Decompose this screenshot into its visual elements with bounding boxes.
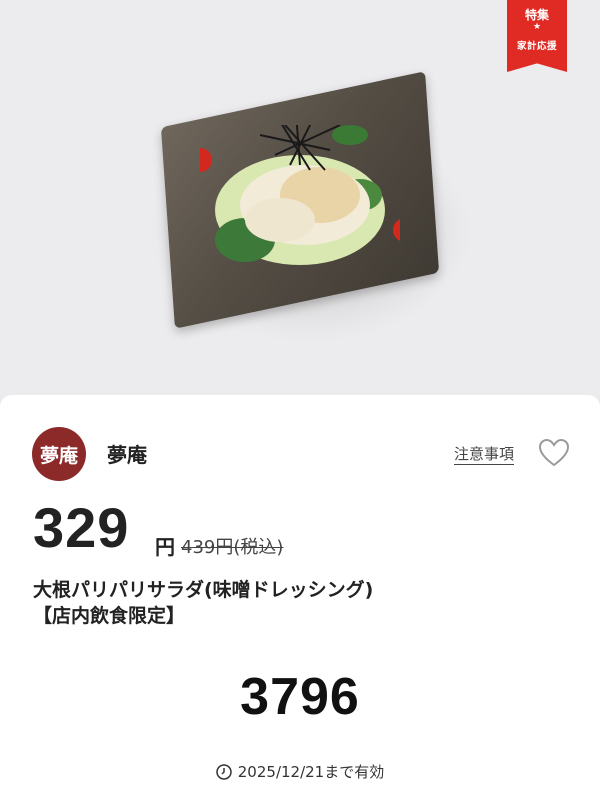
feature-badge: 特集 ★ 家計応援 (507, 0, 567, 72)
item-title: 大根パリパリサラダ(味噌ドレッシング) 【店内飲食限定】 (33, 577, 573, 629)
original-price: 439円(税込) (181, 537, 284, 558)
badge-star-icon: ★ (532, 22, 542, 32)
notice-link[interactable]: 注意事項 (454, 443, 514, 464)
badge-line3: 家計応援 (516, 41, 557, 52)
badge-line1: 特集 (524, 8, 549, 22)
item-title-line2: 【店内飲食限定】 (33, 605, 186, 627)
product-image-area: 特集 ★ 家計応援 (0, 0, 600, 395)
validity: 2025/12/21まで有効 (0, 761, 600, 782)
price-amount: 329 (33, 496, 130, 559)
shop-logo: 夢庵 (32, 427, 86, 481)
coupon-code: 3796 (240, 668, 360, 726)
heart-icon[interactable] (539, 439, 569, 467)
salad-image (200, 125, 400, 265)
price-unit: 円 (155, 535, 175, 559)
validity-text: 2025/12/21まで有効 (237, 763, 385, 781)
shop-name: 夢庵 (107, 443, 147, 467)
item-title-line1: 大根パリパリサラダ(味噌ドレッシング) (33, 579, 374, 601)
clock-icon (216, 764, 232, 780)
coupon-card: 夢庵 夢庵 注意事項 329 円 439円(税込) 大根パリパリサラダ(味噌ドレ… (0, 395, 600, 800)
